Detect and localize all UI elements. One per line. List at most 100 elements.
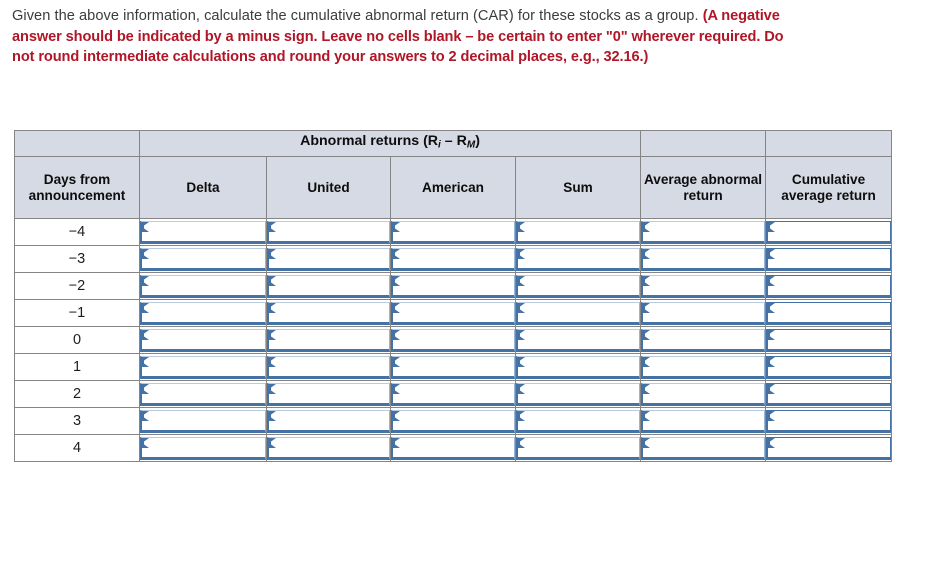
answer-cell-sum [514,407,642,435]
table-row: −4 [14,218,893,246]
answer-input-avg_abnormal[interactable] [641,436,766,460]
answer-input-avg_abnormal[interactable] [641,355,766,379]
field-marker-arrow-icon [518,356,525,367]
answer-input-avg_abnormal[interactable] [641,409,766,433]
answer-input-american[interactable] [391,220,515,244]
question-page: Given the above information, calculate t… [0,0,941,563]
answer-input-delta[interactable] [140,301,266,325]
answer-cell-delta [139,299,267,327]
answer-input-sum[interactable] [516,436,641,460]
column-header-american: American [390,156,516,219]
answer-input-cumulative_avg[interactable] [766,274,892,298]
field-marker-arrow-icon [768,275,776,286]
field-marker-arrow-icon [142,275,149,286]
answer-input-avg_abnormal[interactable] [641,328,766,352]
answer-cell-cumulative_avg [765,272,893,300]
answer-input-delta[interactable] [140,328,266,352]
answer-input-united[interactable] [267,409,390,433]
answer-input-cumulative_avg[interactable] [766,247,892,271]
field-marker-arrow-icon [768,356,776,367]
answer-input-sum[interactable] [516,409,641,433]
answer-cell-american [390,380,516,408]
field-marker-arrow-icon [142,329,149,340]
field-marker-arrow-icon [269,410,276,421]
answer-input-delta[interactable] [140,274,266,298]
answer-input-cumulative_avg[interactable] [766,355,892,379]
answer-input-avg_abnormal[interactable] [641,274,766,298]
field-marker-arrow-icon [643,221,651,232]
answer-input-sum[interactable] [516,328,641,352]
answer-input-cumulative_avg[interactable] [766,220,892,244]
answer-input-avg_abnormal[interactable] [641,382,766,406]
answer-cell-cumulative_avg [765,245,893,273]
answer-cell-sum [514,272,642,300]
answer-input-american[interactable] [391,247,515,271]
answer-input-sum[interactable] [516,382,641,406]
answer-input-american[interactable] [391,274,515,298]
answer-cell-avg_abnormal [640,299,767,327]
field-marker-arrow-icon [518,302,525,313]
answer-input-united[interactable] [267,301,390,325]
answer-input-united[interactable] [267,247,390,271]
field-marker-arrow-icon [393,248,400,259]
answer-cell-avg_abnormal [640,272,767,300]
answer-input-sum[interactable] [516,220,641,244]
answer-input-american[interactable] [391,382,515,406]
table-row: 2 [14,380,893,408]
group-label-sub-m: M [466,139,476,151]
answer-cell-sum [514,218,642,246]
field-marker-arrow-icon [393,275,400,286]
answer-cell-delta [139,407,267,435]
answer-input-cumulative_avg[interactable] [766,328,892,352]
answer-cell-delta [139,218,267,246]
answer-input-delta[interactable] [140,436,266,460]
answer-input-cumulative_avg[interactable] [766,436,892,460]
answer-input-delta[interactable] [140,220,266,244]
answer-input-sum[interactable] [516,355,641,379]
answer-input-delta[interactable] [140,382,266,406]
answer-cell-delta [139,326,267,354]
field-marker-arrow-icon [269,275,276,286]
answer-cell-sum [514,299,642,327]
answer-input-united[interactable] [267,436,390,460]
answer-cell-sum [514,353,642,381]
answer-input-sum[interactable] [516,247,641,271]
answer-input-united[interactable] [267,355,390,379]
answer-input-delta[interactable] [140,409,266,433]
answer-input-american[interactable] [391,436,515,460]
table-header-group-row: Abnormal returns (Ri – RM) [14,130,893,157]
answer-cell-sum [514,380,642,408]
answer-input-cumulative_avg[interactable] [766,301,892,325]
answer-input-cumulative_avg[interactable] [766,409,892,433]
answer-input-sum[interactable] [516,301,641,325]
answer-input-avg_abnormal[interactable] [641,247,766,271]
field-marker-arrow-icon [643,248,651,259]
field-marker-arrow-icon [393,356,400,367]
answer-input-delta[interactable] [140,247,266,271]
answer-cell-sum [514,326,642,354]
answer-input-american[interactable] [391,355,515,379]
answer-cell-american [390,407,516,435]
answer-cell-united [266,380,391,408]
day-label-cell: −1 [14,299,140,327]
answer-input-avg_abnormal[interactable] [641,220,766,244]
answer-cell-avg_abnormal [640,326,767,354]
answer-cell-delta [139,434,267,462]
answer-input-united[interactable] [267,220,390,244]
answer-input-sum[interactable] [516,274,641,298]
header-blank-avg [640,130,767,157]
answer-input-avg_abnormal[interactable] [641,301,766,325]
table-row: 0 [14,326,893,354]
answer-input-cumulative_avg[interactable] [766,382,892,406]
table-row: 4 [14,434,893,462]
prompt-line-plain-2: stocks as a group. [579,8,703,24]
answer-input-delta[interactable] [140,355,266,379]
answer-input-american[interactable] [391,409,515,433]
answer-input-united[interactable] [267,328,390,352]
day-label-cell: 3 [14,407,140,435]
answer-input-united[interactable] [267,382,390,406]
answer-input-united[interactable] [267,274,390,298]
column-header-days: Days from announcement [14,156,140,219]
answer-input-american[interactable] [391,328,515,352]
answer-input-american[interactable] [391,301,515,325]
